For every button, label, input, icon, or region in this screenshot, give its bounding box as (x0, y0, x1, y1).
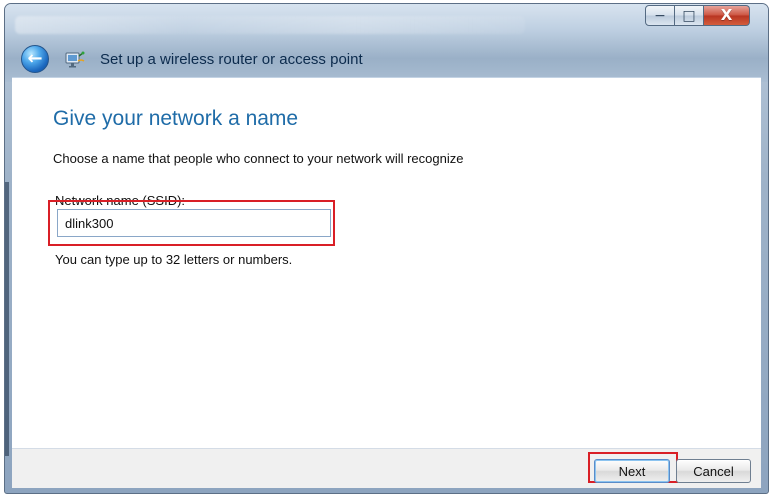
wizard-content: Give your network a name Choose a name t… (12, 77, 761, 488)
minimize-button[interactable]: − (645, 5, 675, 26)
wizard-footer: Next Cancel (12, 448, 761, 488)
blurred-address-bar (15, 16, 525, 34)
next-button[interactable]: Next (594, 459, 670, 483)
maximize-icon: □ (682, 7, 696, 24)
window-controls: − □ X (645, 5, 750, 28)
cancel-button[interactable]: Cancel (676, 459, 751, 483)
page-title: Give your network a name (53, 107, 299, 130)
wizard-window: − □ X ← Set up a wireless router or acce… (4, 3, 769, 494)
maximize-button[interactable]: □ (675, 5, 704, 26)
window-title: Set up a wireless router or access point (100, 50, 363, 68)
close-button[interactable]: X (704, 5, 750, 26)
wizard-header: ← Set up a wireless router or access poi… (21, 42, 363, 76)
minimize-icon: − (654, 7, 666, 24)
back-arrow-icon: ← (27, 48, 43, 69)
left-edge-accent (5, 182, 9, 456)
back-button[interactable]: ← (21, 45, 49, 73)
close-icon: X (720, 6, 733, 24)
titlebar: − □ X ← Set up a wireless router or acce… (5, 4, 768, 82)
page-description: Choose a name that people who connect to… (53, 151, 464, 166)
network-setup-icon (63, 48, 85, 70)
ssid-helper-text: You can type up to 32 letters or numbers… (55, 252, 293, 267)
network-name-input[interactable] (57, 209, 331, 237)
